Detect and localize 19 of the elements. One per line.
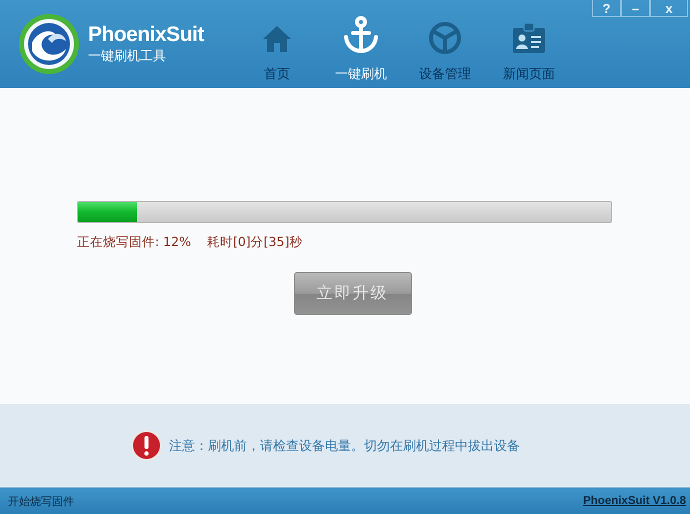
close-button[interactable]: x bbox=[650, 0, 688, 17]
warning-notice: 注意：刷机前，请检查设备电量。切勿在刷机过程中拔出设备 bbox=[169, 438, 520, 454]
elapsed-time: 耗时[0]分[35]秒 bbox=[206, 234, 302, 251]
id-badge-icon bbox=[511, 21, 547, 55]
minimize-button[interactable]: – bbox=[621, 0, 650, 17]
nav-tab[interactable]: 新闻页面 bbox=[489, 0, 569, 88]
warning-icon bbox=[130, 429, 163, 462]
house-icon bbox=[261, 23, 293, 55]
status-message: 开始烧写固件 bbox=[8, 494, 74, 508]
anchor-icon bbox=[341, 15, 381, 55]
phoenix-logo-icon bbox=[18, 13, 80, 75]
app-subtitle: 一键刷机工具 bbox=[88, 48, 167, 65]
nav-tab[interactable]: 一键刷机 bbox=[321, 0, 401, 88]
help-button[interactable]: ? bbox=[592, 0, 621, 17]
version-link[interactable]: PhoenixSuit V1.0.8 bbox=[583, 495, 686, 507]
app-name: PhoenixSuit bbox=[88, 23, 204, 47]
nav-tab[interactable]: 首页 bbox=[237, 0, 317, 88]
progress-status: 正在烧写固件: 12% bbox=[77, 234, 191, 251]
nav-tab[interactable]: 设备管理 bbox=[405, 0, 485, 88]
